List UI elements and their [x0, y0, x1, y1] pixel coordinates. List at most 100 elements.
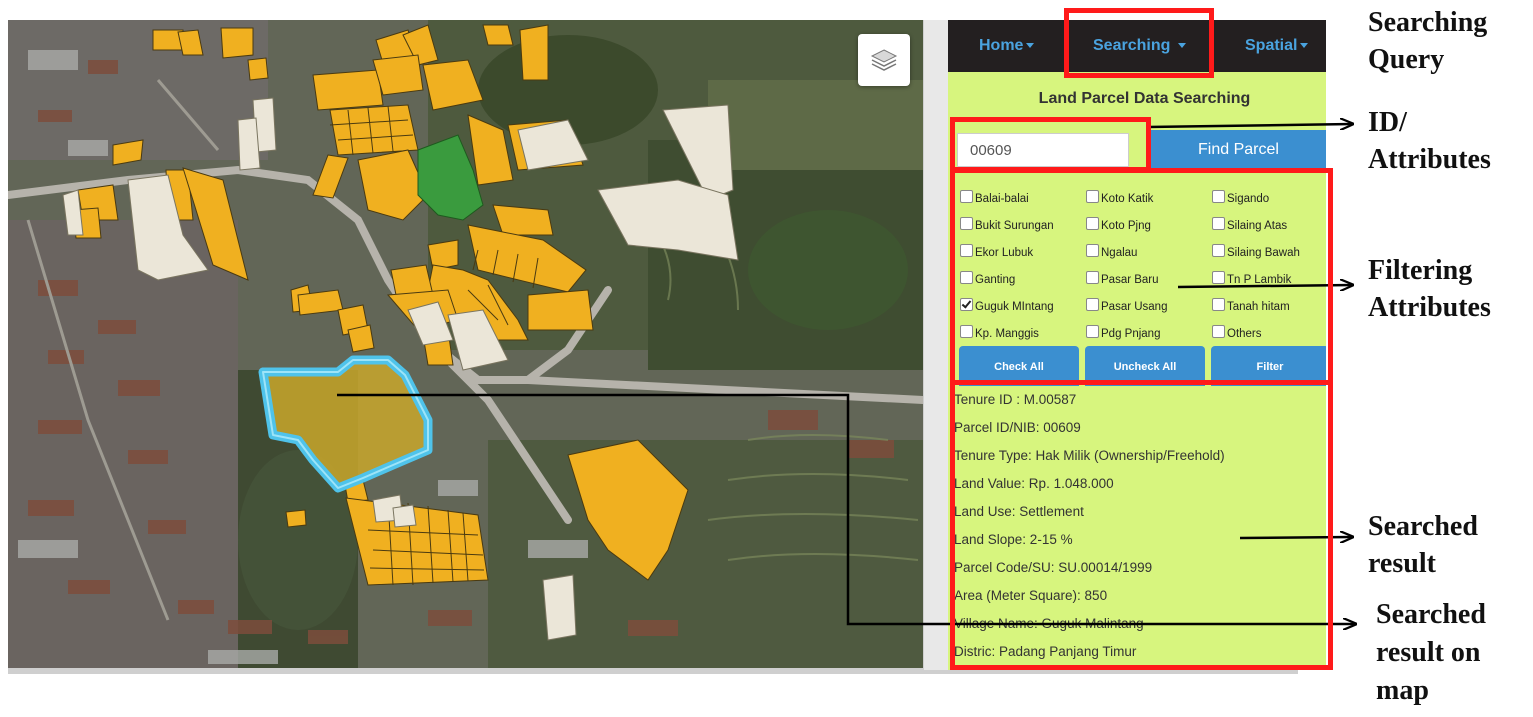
- village-checkbox[interactable]: Koto Pjng: [1086, 217, 1151, 232]
- chevron-down-icon: [1300, 43, 1309, 49]
- village-checkbox[interactable]: Kp. Manggis: [960, 325, 1039, 340]
- checkbox-box[interactable]: [1086, 271, 1099, 284]
- village-label: Kp. Manggis: [975, 328, 1039, 340]
- find-parcel-button[interactable]: Find Parcel: [1151, 130, 1326, 170]
- result-line: Parcel Code/SU: SU.00014/1999: [954, 560, 1153, 575]
- village-label: Sigando: [1227, 193, 1270, 205]
- village-label: Silaing Bawah: [1227, 247, 1300, 259]
- result-line: Area (Meter Square): 850: [954, 588, 1108, 603]
- village-label: Koto Pjng: [1101, 220, 1151, 232]
- label-line: Filtering: [1368, 255, 1473, 286]
- village-checkbox[interactable]: Tanah hitam: [1212, 298, 1290, 313]
- village-label: Ngalau: [1101, 247, 1138, 259]
- navbar: Home Searching Spatial: [948, 20, 1326, 72]
- checkbox-box[interactable]: [960, 244, 973, 257]
- layers-icon: [870, 49, 898, 71]
- village-checkbox[interactable]: Ngalau: [1086, 244, 1137, 259]
- checkbox-box[interactable]: [1086, 298, 1099, 311]
- chevron-down-icon: [1026, 43, 1035, 49]
- label-filtering-attributes: Filtering Attributes: [1368, 252, 1491, 326]
- village-label: Bukit Surungan: [975, 220, 1054, 232]
- checkbox-box[interactable]: [1212, 217, 1225, 230]
- village-checkbox[interactable]: Koto Katik: [1086, 190, 1153, 205]
- village-checkbox[interactable]: Balai-balai: [960, 190, 1029, 205]
- village-label: Pasar Usang: [1101, 301, 1168, 313]
- checkbox-box[interactable]: [1212, 271, 1225, 284]
- village-label: Ekor Lubuk: [975, 247, 1034, 259]
- label-searched-result: Searched result: [1368, 508, 1478, 582]
- village-label: Tn P Lambik: [1227, 274, 1292, 286]
- result-line: Land Value: Rp. 1.048.000: [954, 476, 1114, 491]
- nav-searching[interactable]: Searching: [1093, 20, 1186, 72]
- label-line: Searched: [1368, 511, 1478, 542]
- label-line: Searching: [1368, 7, 1488, 38]
- nav-home[interactable]: Home: [979, 20, 1035, 72]
- village-checkbox[interactable]: Ekor Lubuk: [960, 244, 1033, 259]
- village-label: Silaing Atas: [1227, 220, 1288, 232]
- label-line: Searched: [1376, 599, 1486, 630]
- map-imagery: [8, 20, 923, 668]
- checkbox-box[interactable]: [960, 190, 973, 203]
- village-checkbox[interactable]: Bukit Surungan: [960, 217, 1054, 232]
- village-label: Koto Katik: [1101, 193, 1154, 205]
- label-line: map: [1376, 675, 1429, 706]
- village-checkbox[interactable]: Others: [1212, 325, 1262, 340]
- checkbox-box[interactable]: [1212, 325, 1225, 338]
- label-line: result: [1368, 548, 1436, 579]
- label-line: Query: [1368, 44, 1445, 75]
- village-label: Ganting: [975, 274, 1016, 286]
- checkbox-box[interactable]: [960, 217, 973, 230]
- checkbox-box[interactable]: [1212, 298, 1225, 311]
- village-label: Pasar Baru: [1101, 274, 1159, 286]
- village-label: Pdg Pnjang: [1101, 328, 1161, 340]
- checkbox-box[interactable]: [960, 271, 973, 284]
- checkbox-box[interactable]: [960, 298, 973, 311]
- result-line: Parcel ID/NIB: 00609: [954, 420, 1081, 435]
- village-checkbox[interactable]: Tn P Lambik: [1212, 271, 1291, 286]
- village-label: Others: [1227, 328, 1262, 340]
- label-line: Attributes: [1368, 144, 1491, 175]
- result-line: Land Slope: 2-15 %: [954, 532, 1073, 547]
- checkbox-box[interactable]: [1086, 325, 1099, 338]
- chevron-down-icon: [1177, 43, 1186, 49]
- village-checkbox[interactable]: Pasar Usang: [1086, 298, 1167, 313]
- search-panel: Home Searching Spatial Land Parcel Data …: [948, 20, 1326, 670]
- parcel-id-input[interactable]: [957, 133, 1129, 167]
- result-line: Tenure ID : M.00587: [954, 392, 1077, 407]
- result-line: Distric: Padang Panjang Timur: [954, 644, 1137, 659]
- result-line: Tenure Type: Hak Milik (Ownership/Freeho…: [954, 448, 1225, 463]
- village-checkbox[interactable]: Silaing Bawah: [1212, 244, 1300, 259]
- checkbox-box[interactable]: [1212, 190, 1225, 203]
- label-searched-result-on-map: Searched result on map: [1376, 596, 1486, 710]
- village-checkbox[interactable]: Silaing Atas: [1212, 217, 1287, 232]
- village-checkbox[interactable]: Sigando: [1212, 190, 1269, 205]
- panel-divider[interactable]: [923, 20, 949, 670]
- panel-title: Land Parcel Data Searching: [1038, 90, 1251, 107]
- label-searching-query: Searching Query: [1368, 4, 1487, 78]
- checkbox-box[interactable]: [1086, 217, 1099, 230]
- village-label: Tanah hitam: [1227, 301, 1290, 313]
- checkbox-box[interactable]: [1086, 190, 1099, 203]
- nav-spatial-label: Spatial: [1245, 37, 1298, 54]
- nav-spatial[interactable]: Spatial: [1245, 20, 1309, 72]
- checkbox-box[interactable]: [960, 325, 973, 338]
- village-checkbox[interactable]: Pasar Baru: [1086, 271, 1159, 286]
- label-id-attributes: ID/ Attributes: [1368, 104, 1491, 178]
- filter-button[interactable]: Filter: [1211, 346, 1326, 386]
- layers-button[interactable]: [858, 34, 910, 86]
- village-label: Guguk MIntang: [975, 301, 1054, 313]
- label-line: Attributes: [1368, 292, 1491, 323]
- check-all-button[interactable]: Check All: [959, 346, 1079, 386]
- village-checkbox[interactable]: Pdg Pnjang: [1086, 325, 1160, 340]
- nav-searching-label: Searching: [1093, 37, 1171, 54]
- checkbox-box[interactable]: [1212, 244, 1225, 257]
- checkbox-box[interactable]: [1086, 244, 1099, 257]
- village-checkbox[interactable]: Guguk MIntang: [960, 298, 1054, 313]
- satellite-map[interactable]: [8, 20, 923, 668]
- village-label: Balai-balai: [975, 193, 1029, 205]
- village-checkbox[interactable]: Ganting: [960, 271, 1015, 286]
- uncheck-all-button[interactable]: Uncheck All: [1085, 346, 1205, 386]
- label-line: result on: [1376, 637, 1481, 668]
- result-line: Land Use: Settlement: [954, 504, 1084, 519]
- nav-home-label: Home: [979, 37, 1024, 54]
